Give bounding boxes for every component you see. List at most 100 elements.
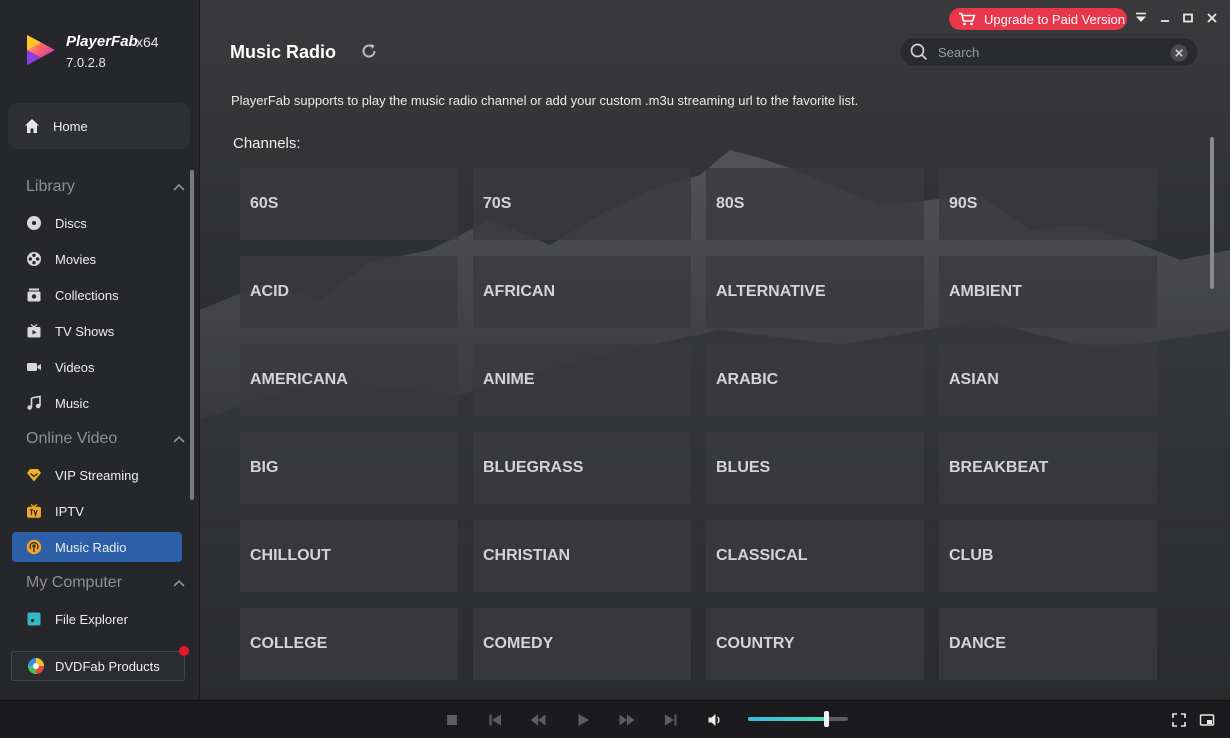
close-icon[interactable]: [1205, 11, 1219, 25]
channel-tile-80s[interactable]: 80S: [706, 168, 924, 240]
channel-label: BLUES: [716, 459, 771, 476]
channel-tile-breakbeat[interactable]: BREAKBEAT: [939, 432, 1157, 504]
section-my-computer-header[interactable]: My Computer: [26, 572, 186, 594]
channel-tile-asian[interactable]: ASIAN: [939, 344, 1157, 416]
search-input[interactable]: [938, 44, 1158, 60]
fullscreen-icon[interactable]: [1171, 712, 1187, 728]
disc-icon: [26, 216, 41, 230]
channel-label: DANCE: [949, 635, 1006, 652]
channel-tile-ambient[interactable]: AMBIENT: [939, 256, 1157, 328]
sidebar-item-label: IPTV: [55, 503, 84, 519]
volume-handle[interactable]: [824, 711, 829, 727]
diamond-icon: [26, 469, 41, 482]
iptv-icon: [26, 503, 41, 518]
music-note-icon: [26, 395, 41, 410]
stop-icon[interactable]: [444, 712, 460, 728]
channel-label: BIG: [250, 459, 279, 476]
clear-search-icon[interactable]: [1170, 44, 1188, 62]
channel-label: 90S: [949, 195, 978, 212]
sidebar-item-label: Collections: [55, 287, 119, 303]
minimize-icon[interactable]: [1158, 11, 1172, 25]
channel-tile-acid[interactable]: ACID: [240, 256, 458, 328]
folder-icon: [27, 612, 40, 626]
search-icon: [910, 43, 928, 61]
app-window: PlayerFab x64 7.0.2.8 Home Library Discs…: [0, 0, 1230, 738]
channel-tile-blues[interactable]: BLUES: [706, 432, 924, 504]
channel-tile-anime[interactable]: ANIME: [473, 344, 691, 416]
channel-tile-african[interactable]: AFRICAN: [473, 256, 691, 328]
channel-label: AFRICAN: [483, 283, 555, 300]
chevron-up-icon: [173, 579, 185, 587]
sidebar-item-label: Music: [55, 395, 89, 411]
sidebar-scrollbar[interactable]: [190, 170, 194, 500]
section-library-header[interactable]: Library: [26, 176, 186, 198]
channel-tile-dance[interactable]: DANCE: [939, 608, 1157, 680]
sidebar: PlayerFab x64 7.0.2.8 Home Library Discs…: [0, 0, 200, 700]
sidebar-item-collections[interactable]: Collections: [12, 280, 182, 310]
channel-tile-club[interactable]: CLUB: [939, 520, 1157, 592]
section-title: Library: [26, 178, 75, 195]
channel-tile-70s[interactable]: 70S: [473, 168, 691, 240]
search-box: [899, 37, 1199, 67]
channel-label: ANIME: [483, 371, 535, 388]
sidebar-item-music[interactable]: Music: [12, 388, 182, 418]
channel-label: AMERICANA: [250, 371, 348, 388]
sidebar-item-movies[interactable]: Movies: [12, 244, 182, 274]
channel-tile-country[interactable]: COUNTRY: [706, 608, 924, 680]
dvdfab-products-button[interactable]: DVDFab Products: [11, 646, 189, 681]
section-online-video-header[interactable]: Online Video: [26, 428, 186, 450]
main-scrollbar[interactable]: [1210, 137, 1214, 289]
channel-label: BREAKBEAT: [949, 459, 1049, 476]
sidebar-item-vip-streaming[interactable]: VIP Streaming: [12, 460, 182, 490]
play-icon[interactable]: [575, 712, 591, 728]
channel-tile-christian[interactable]: CHRISTIAN: [473, 520, 691, 592]
sidebar-item-iptv[interactable]: IPTV: [12, 496, 182, 526]
channel-tile-classical[interactable]: CLASSICAL: [706, 520, 924, 592]
mini-player-icon[interactable]: [1199, 712, 1215, 728]
channel-label: ALTERNATIVE: [716, 283, 826, 300]
sidebar-item-file-explorer[interactable]: File Explorer: [12, 604, 182, 634]
channel-grid: 60S 70S 80S 90S ACID AFRICAN ALTERNATIVE AMBIEN…: [240, 168, 1157, 680]
sidebar-item-label: Movies: [55, 251, 97, 267]
sidebar-item-discs[interactable]: Discs: [12, 208, 182, 238]
fast-forward-icon[interactable]: [619, 712, 635, 728]
section-title: My Computer: [26, 574, 123, 591]
channel-label: CLASSICAL: [716, 547, 808, 564]
sidebar-item-home[interactable]: Home: [8, 103, 190, 149]
channel-tile-americana[interactable]: AMERICANA: [240, 344, 458, 416]
upgrade-button[interactable]: Upgrade to Paid Version: [949, 8, 1127, 30]
channel-tile-big[interactable]: BIG: [240, 432, 458, 504]
menu-dropdown-icon[interactable]: [1134, 11, 1148, 25]
channel-label: 70S: [483, 195, 512, 212]
channel-tile-90s[interactable]: 90S: [939, 168, 1157, 240]
channel-tile-college[interactable]: COLLEGE: [240, 608, 458, 680]
sidebar-item-music-radio[interactable]: Music Radio: [12, 532, 182, 562]
sidebar-item-label: File Explorer: [55, 611, 128, 627]
channel-label: AMBIENT: [949, 283, 1022, 300]
volume-slider[interactable]: [748, 711, 848, 727]
volume-fill: [748, 717, 826, 721]
rewind-icon[interactable]: [530, 712, 546, 728]
channel-tile-alternative[interactable]: ALTERNATIVE: [706, 256, 924, 328]
section-title: Online Video: [26, 430, 118, 447]
channel-tile-60s[interactable]: 60S: [240, 168, 458, 240]
dvdfab-logo-icon: [28, 658, 44, 674]
channel-label: BLUEGRASS: [483, 459, 584, 476]
channel-label: ACID: [250, 283, 290, 300]
sidebar-item-tv-shows[interactable]: TV Shows: [12, 316, 182, 346]
maximize-icon[interactable]: [1181, 11, 1195, 25]
channel-label: CHRISTIAN: [483, 547, 571, 564]
upgrade-label: Upgrade to Paid Version: [984, 11, 1125, 27]
channel-tile-arabic[interactable]: ARABIC: [706, 344, 924, 416]
previous-track-icon[interactable]: [487, 712, 503, 728]
refresh-icon[interactable]: [360, 42, 378, 60]
next-track-icon[interactable]: [663, 712, 679, 728]
volume-icon[interactable]: [707, 712, 723, 728]
video-camera-icon: [26, 363, 41, 371]
sidebar-item-label: TV Shows: [55, 323, 115, 339]
channels-label: Channels:: [233, 135, 301, 152]
channel-tile-chillout[interactable]: CHILLOUT: [240, 520, 458, 592]
channel-tile-comedy[interactable]: COMEDY: [473, 608, 691, 680]
channel-tile-bluegrass[interactable]: BLUEGRASS: [473, 432, 691, 504]
sidebar-item-videos[interactable]: Videos: [12, 352, 182, 382]
